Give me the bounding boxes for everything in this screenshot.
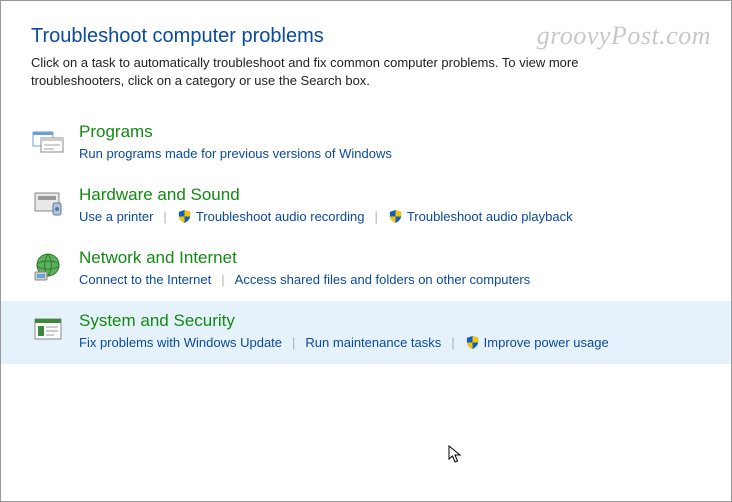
link-troubleshoot-audio-recording[interactable]: Troubleshoot audio recording xyxy=(196,209,365,224)
hardware-sound-icon xyxy=(31,187,65,221)
category-title-programs[interactable]: Programs xyxy=(79,122,153,142)
separator: | xyxy=(163,209,166,224)
link-run-programs-previous-windows[interactable]: Run programs made for previous versions … xyxy=(79,146,392,161)
category-network-internet: Network and Internet Connect to the Inte… xyxy=(1,238,731,301)
link-run-maintenance-tasks[interactable]: Run maintenance tasks xyxy=(305,335,441,350)
programs-icon xyxy=(31,124,65,158)
link-connect-internet[interactable]: Connect to the Internet xyxy=(79,272,211,287)
separator: | xyxy=(374,209,377,224)
link-use-printer[interactable]: Use a printer xyxy=(79,209,153,224)
shield-icon xyxy=(177,209,192,224)
separator: | xyxy=(221,272,224,287)
page-description: Click on a task to automatically trouble… xyxy=(31,54,671,90)
link-troubleshoot-audio-playback[interactable]: Troubleshoot audio playback xyxy=(407,209,573,224)
category-title-network-internet[interactable]: Network and Internet xyxy=(79,248,237,268)
shield-icon xyxy=(465,335,480,350)
category-title-system-security[interactable]: System and Security xyxy=(79,311,235,331)
separator: | xyxy=(292,335,295,350)
category-system-security: System and Security Fix problems with Wi… xyxy=(1,301,731,364)
page-title: Troubleshoot computer problems xyxy=(31,25,701,48)
network-internet-icon xyxy=(31,250,65,284)
content-area: Troubleshoot computer problems Click on … xyxy=(1,1,731,384)
category-programs: Programs Run programs made for previous … xyxy=(1,112,731,175)
cursor-icon xyxy=(448,445,464,465)
category-title-hardware-sound[interactable]: Hardware and Sound xyxy=(79,185,240,205)
link-access-shared-files[interactable]: Access shared files and folders on other… xyxy=(235,272,531,287)
shield-icon xyxy=(388,209,403,224)
link-fix-windows-update[interactable]: Fix problems with Windows Update xyxy=(79,335,282,350)
separator: | xyxy=(451,335,454,350)
category-hardware-sound: Hardware and Sound Use a printer | Troub… xyxy=(1,175,731,238)
system-security-icon xyxy=(31,313,65,347)
link-improve-power-usage[interactable]: Improve power usage xyxy=(484,335,609,350)
